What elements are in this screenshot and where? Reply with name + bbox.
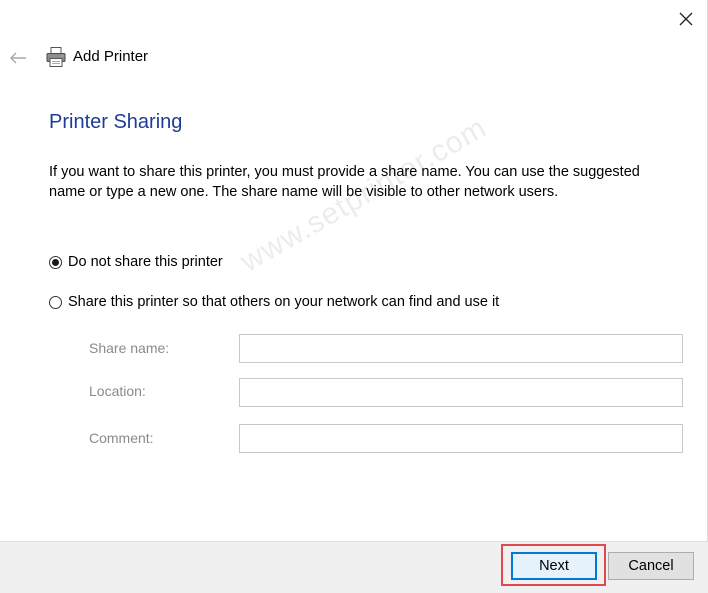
back-arrow-icon [10,52,26,64]
radio-button-unchecked[interactable] [49,295,62,309]
next-button[interactable]: Next [511,552,597,580]
dialog-footer [0,541,708,593]
back-button[interactable] [4,44,32,72]
comment-label: Comment: [89,430,154,446]
close-icon [679,12,693,26]
share-name-input[interactable] [239,334,683,363]
close-button[interactable] [668,3,704,35]
add-printer-window: Add Printer Printer Sharing If you want … [0,0,708,593]
share-name-label: Share name: [89,340,170,356]
location-input[interactable] [239,378,683,407]
page-title: Printer Sharing [49,111,183,133]
location-label: Location: [89,383,146,399]
page-description: If you want to share this printer, you m… [49,164,640,200]
comment-input[interactable] [239,424,683,453]
printer-icon [46,47,66,67]
radio-do-not-share[interactable]: Do not share this printer [49,254,223,270]
radio-button-checked[interactable] [49,255,62,269]
radio-label-do-not-share: Do not share this printer [68,254,223,270]
radio-share-printer[interactable]: Share this printer so that others on you… [49,294,499,310]
radio-label-share-printer: Share this printer so that others on you… [68,294,500,310]
cancel-button[interactable]: Cancel [608,552,694,580]
window-title: Add Printer [73,48,149,65]
